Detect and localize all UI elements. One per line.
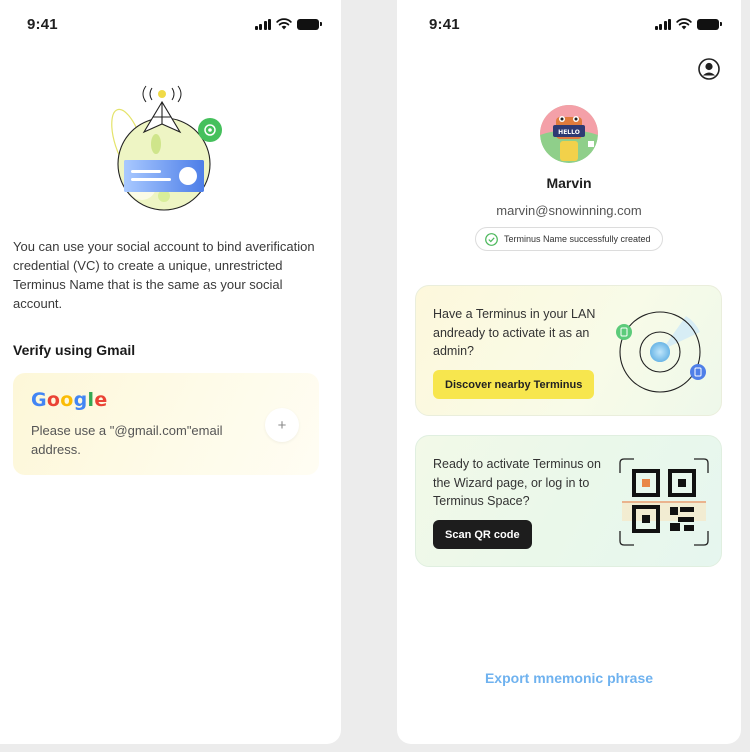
signal-icon — [654, 18, 671, 30]
gear-icon — [198, 118, 222, 142]
avatar: HELLO — [540, 105, 598, 163]
check-circle-icon — [485, 232, 498, 246]
status-icons — [654, 18, 722, 30]
qr-card-text: Ready to activate Terminus on the Wizard… — [433, 457, 601, 508]
signal-icon — [254, 18, 271, 30]
status-icons — [254, 18, 322, 30]
discover-nearby-button[interactable]: Discover nearby Terminus — [433, 370, 595, 399]
wifi-icon — [676, 18, 692, 30]
status-badge: Terminus Name successfully created — [475, 227, 663, 251]
status-bar: 9:41 — [27, 14, 322, 34]
profile-icon[interactable] — [698, 58, 720, 80]
left-screen: 9:41 You can use your social account to — [0, 0, 341, 744]
status-time: 9:41 — [429, 15, 460, 33]
user-email: marvin@snowinning.com — [496, 203, 642, 218]
status-badge-text: Terminus Name successfully created — [504, 234, 651, 244]
plus-icon: + — [277, 416, 287, 434]
scan-qr-button[interactable]: Scan QR code — [433, 520, 532, 549]
verify-gmail-heading: Verify using Gmail — [13, 342, 136, 358]
status-bar: 9:41 — [429, 14, 722, 34]
avatar-sign-text: HELLO — [558, 129, 580, 136]
export-mnemonic-link[interactable]: Export mnemonic phrase — [397, 670, 741, 686]
battery-icon — [297, 18, 322, 30]
gmail-instruction: Please use a "@gmail.com"email address. — [31, 423, 223, 457]
qr-activate-card: Ready to activate Terminus on the Wizard… — [415, 435, 722, 567]
wifi-icon — [276, 18, 292, 30]
radar-illustration — [616, 311, 706, 393]
user-name: Marvin — [546, 175, 592, 191]
add-gmail-button[interactable]: + — [265, 408, 299, 442]
status-time: 9:41 — [27, 15, 58, 33]
binding-description: You can use your social account to bind … — [13, 239, 315, 311]
lan-terminus-card: Have a Terminus in your LAN andready to … — [415, 285, 722, 416]
gmail-verify-card[interactable]: Google Please use a "@gmail.com"email ad… — [13, 373, 319, 475]
battery-icon — [697, 18, 722, 30]
terminus-vc-illustration — [111, 85, 222, 211]
qr-code-icon — [619, 458, 709, 546]
right-screen: 9:41 HELLO Marvin marvin@snowinning.com … — [397, 0, 741, 744]
lan-card-text: Have a Terminus in your LAN andready to … — [433, 307, 596, 358]
google-logo: Google — [31, 389, 108, 411]
